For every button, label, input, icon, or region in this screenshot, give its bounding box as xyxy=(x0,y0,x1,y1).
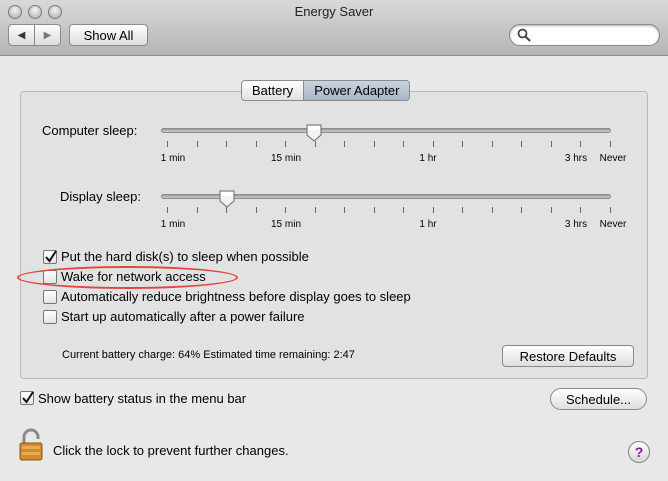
show-all-button[interactable]: Show All xyxy=(69,24,148,46)
slider-tick xyxy=(491,207,493,213)
slider-tick xyxy=(226,141,227,147)
restore-defaults-button[interactable]: Restore Defaults xyxy=(502,345,634,367)
slider-tick xyxy=(285,207,286,213)
battery-status-text: Current battery charge: 64% Estimated ti… xyxy=(62,349,355,361)
slider-tick xyxy=(344,207,345,213)
computer-sleep-tick-label: 1 hr xyxy=(419,153,437,164)
slider-tick xyxy=(462,141,463,147)
forward-arrow-icon[interactable]: ▶ xyxy=(34,25,60,45)
slider-tick xyxy=(314,141,316,147)
show-battery-status-label: Show battery status in the menu bar xyxy=(38,391,247,406)
lock-icon[interactable] xyxy=(18,428,44,462)
slider-tick xyxy=(609,141,611,147)
display-sleep-tick-label: 1 hr xyxy=(419,219,437,230)
slider-tick xyxy=(196,141,198,147)
slider-tick xyxy=(255,207,257,213)
display-sleep-tick-label: 15 min xyxy=(270,219,302,230)
display-sleep-tick-label: 1 min xyxy=(160,219,186,230)
reduce-brightness-label: Automatically reduce brightness before d… xyxy=(61,289,411,304)
slider-tick xyxy=(285,141,286,147)
display-sleep-tick-label: 3 hrs xyxy=(564,219,588,230)
reduce-brightness-checkbox[interactable] xyxy=(43,290,57,304)
slider-tick xyxy=(314,207,316,213)
slider-tick xyxy=(580,207,581,213)
hard-disk-sleep-label: Put the hard disk(s) to sleep when possi… xyxy=(61,249,309,264)
checkmark-icon xyxy=(22,391,34,404)
display-sleep-tick-label: Never xyxy=(599,219,627,230)
slider-tick xyxy=(609,207,611,213)
slider-tick xyxy=(580,141,581,147)
computer-sleep-tick-label: 15 min xyxy=(270,153,302,164)
window-toolbar: Energy Saver ◀ ▶ Show All xyxy=(0,0,668,56)
slider-tick xyxy=(403,207,404,213)
tab-bar: Battery Power Adapter xyxy=(241,80,411,101)
slider-tick xyxy=(373,141,375,147)
slider-tick xyxy=(167,141,168,147)
slider-tick xyxy=(550,207,552,213)
slider-tick xyxy=(255,141,257,147)
slider-tick xyxy=(521,141,522,147)
search-icon xyxy=(517,28,531,42)
back-arrow-icon[interactable]: ◀ xyxy=(9,25,34,45)
slider-tick xyxy=(432,141,434,147)
tab-power-adapter[interactable]: Power Adapter xyxy=(303,81,410,100)
show-battery-status-checkbox[interactable] xyxy=(20,391,34,405)
computer-sleep-label: Computer sleep: xyxy=(42,123,138,138)
help-button[interactable]: ? xyxy=(628,441,650,463)
slider-tick xyxy=(491,141,493,147)
slider-tick xyxy=(403,141,404,147)
slider-tick xyxy=(196,207,198,213)
display-sleep-slider-knob[interactable] xyxy=(219,190,235,208)
back-forward-control: ◀ ▶ xyxy=(8,24,61,46)
slider-tick xyxy=(373,207,375,213)
slider-tick xyxy=(462,207,463,213)
computer-sleep-tick-label: 3 hrs xyxy=(564,153,588,164)
startup-after-power-failure-checkbox[interactable] xyxy=(43,310,57,324)
hard-disk-sleep-checkbox[interactable] xyxy=(43,250,57,264)
slider-tick xyxy=(521,207,522,213)
slider-tick xyxy=(167,207,168,213)
computer-sleep-slider-knob[interactable] xyxy=(306,124,322,142)
lock-message: Click the lock to prevent further change… xyxy=(53,443,289,458)
computer-sleep-tick-label: 1 min xyxy=(160,153,186,164)
startup-after-power-failure-label: Start up automatically after a power fai… xyxy=(61,309,305,324)
tab-battery[interactable]: Battery xyxy=(242,81,304,100)
slider-tick xyxy=(344,141,345,147)
slider-tick xyxy=(226,207,227,213)
schedule-button[interactable]: Schedule... xyxy=(550,388,647,410)
slider-tick xyxy=(550,141,552,147)
display-sleep-label: Display sleep: xyxy=(60,189,141,204)
computer-sleep-slider[interactable] xyxy=(161,128,611,133)
highlight-annotation xyxy=(17,266,238,289)
search-field[interactable] xyxy=(509,24,660,46)
checkmark-icon xyxy=(45,250,57,263)
computer-sleep-tick-label: Never xyxy=(599,153,627,164)
window-title: Energy Saver xyxy=(294,4,374,19)
slider-tick xyxy=(432,207,434,213)
